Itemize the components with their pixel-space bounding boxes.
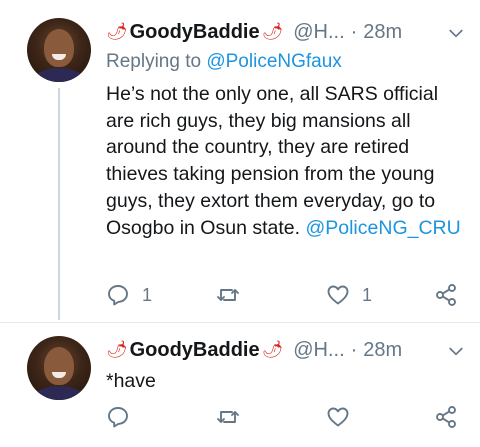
chili-pepper-icon: 🌶 xyxy=(106,22,128,41)
tweet-actions: 1 1 xyxy=(106,280,466,310)
reply-icon xyxy=(108,407,128,428)
author-name[interactable]: GoodyBaddie xyxy=(130,339,260,362)
chili-pepper-icon: 🌶 xyxy=(261,22,284,41)
retweet-button[interactable] xyxy=(216,280,252,310)
retweet-icon xyxy=(217,411,239,423)
tweet-body: He’s not the only one, all SARS official… xyxy=(106,83,439,239)
separator-dot: · xyxy=(350,20,358,43)
replying-label: Replying to xyxy=(106,51,207,72)
share-icon xyxy=(436,284,456,306)
like-button[interactable] xyxy=(326,402,362,432)
tweet-divider xyxy=(0,322,480,323)
reply-icon xyxy=(108,285,128,306)
tweet-actions xyxy=(106,402,466,432)
share-button[interactable] xyxy=(434,280,458,310)
author-name[interactable]: GoodyBaddie xyxy=(130,21,260,44)
tweet-header: 🌶 GoodyBaddie 🌶 @H... · 28m xyxy=(106,336,466,364)
timestamp[interactable]: 28m xyxy=(363,339,402,362)
chevron-down-icon[interactable] xyxy=(446,23,466,43)
replying-to: Replying to @PoliceNGfaux xyxy=(106,51,342,73)
author-handle[interactable]: @H... xyxy=(293,339,344,362)
share-icon xyxy=(436,406,456,428)
like-icon xyxy=(327,285,349,305)
chevron-down-icon[interactable] xyxy=(446,341,466,361)
timestamp[interactable]: 28m xyxy=(363,21,402,44)
replying-to-mention[interactable]: @PoliceNGfaux xyxy=(206,51,341,72)
retweet-icon xyxy=(217,289,239,301)
chili-pepper-icon: 🌶 xyxy=(106,340,128,359)
thread-line xyxy=(58,88,60,320)
tweet-header: 🌶 GoodyBaddie 🌶 @H... · 28m xyxy=(106,18,466,46)
tweet-body: *have xyxy=(106,370,156,392)
reply-button[interactable] xyxy=(106,402,142,432)
like-button[interactable]: 1 xyxy=(326,280,372,310)
tweet-1[interactable]: 🌶 GoodyBaddie 🌶 @H... · 28m Replying to … xyxy=(0,0,480,322)
chili-pepper-icon: 🌶 xyxy=(261,340,284,359)
separator-dot: · xyxy=(350,338,358,361)
tweet-2[interactable]: 🌶 GoodyBaddie 🌶 @H... · 28m *have xyxy=(0,322,480,447)
retweet-button[interactable] xyxy=(216,402,252,432)
tweet-text: *have xyxy=(106,368,466,395)
tweet-text: He’s not the only one, all SARS official… xyxy=(106,81,466,241)
avatar[interactable] xyxy=(27,336,91,400)
reply-count: 1 xyxy=(142,284,153,305)
tweet-mention[interactable]: @PoliceNG_CRU xyxy=(305,217,460,239)
author-handle[interactable]: @H... xyxy=(293,21,344,44)
share-button[interactable] xyxy=(434,402,458,432)
avatar[interactable] xyxy=(27,18,91,82)
reply-button[interactable]: 1 xyxy=(106,280,152,310)
like-icon xyxy=(327,407,349,427)
like-count: 1 xyxy=(362,284,373,305)
